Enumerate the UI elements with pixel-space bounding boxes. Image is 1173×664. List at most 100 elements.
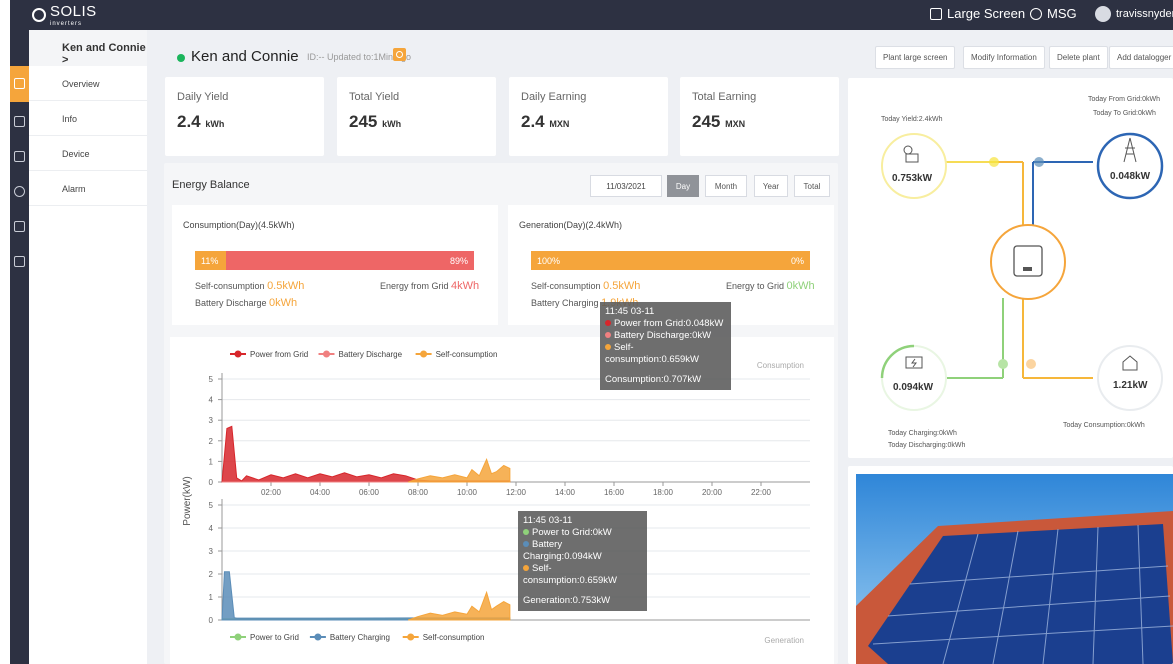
delete-plant-button[interactable]: Delete plant xyxy=(1049,46,1108,69)
legend-label: Power to Grid xyxy=(250,633,299,642)
range-year-button[interactable]: Year xyxy=(754,175,788,197)
pv-node xyxy=(881,133,947,199)
plant-large-screen-button[interactable]: Plant large screen xyxy=(875,46,956,69)
x-tick-label: 10:00 xyxy=(457,488,478,497)
msg-link[interactable]: MSG xyxy=(1030,6,1077,21)
apps-rail-icon[interactable] xyxy=(14,221,25,232)
x-tick-label: 04:00 xyxy=(310,488,331,497)
consumption-self-pct: 11% xyxy=(195,251,226,270)
plant-menu: Ken and Connie > Overview Info Device Al… xyxy=(29,30,147,664)
solar-roof-image xyxy=(856,474,1173,664)
generation-tooltip: 11:45 03-11 Power to Grid:0kW Battery Ch… xyxy=(518,511,647,611)
stat-value: 2.4 MXN xyxy=(521,112,570,131)
page-header: Ken and Connie ID:-- Updated to:1Min Ago… xyxy=(147,30,1173,75)
tooltip-time: 11:45 03-11 xyxy=(605,306,655,317)
modify-information-button[interactable]: Modify Information xyxy=(963,46,1045,69)
y-tick-label: 2 xyxy=(209,437,214,446)
x-tick-label: 20:00 xyxy=(702,488,723,497)
today-discharging-label: Today Discharging:0kWh xyxy=(888,442,966,449)
stat-value: 245 MXN xyxy=(692,112,746,131)
alarm-rail-icon[interactable] xyxy=(14,186,25,197)
y-tick-label: 2 xyxy=(209,570,214,579)
stat-label: Total Yield xyxy=(349,91,400,103)
y-tick-label: 1 xyxy=(209,593,214,602)
series-area xyxy=(408,457,511,483)
consumption-battery-line: Battery Discharge 0kWh xyxy=(195,297,298,309)
legend-label: Self-consumption xyxy=(436,350,498,359)
tooltip-line: Self-consumption:0.659kW xyxy=(605,342,699,365)
total-yield-card: Total Yield 245 kWh xyxy=(337,77,496,156)
generation-grid-pct: 0% xyxy=(790,256,804,266)
plant-selector[interactable]: Ken and Connie > xyxy=(29,30,147,66)
chat-icon xyxy=(1030,7,1042,20)
user-menu[interactable]: travissnyder xyxy=(1095,6,1173,22)
stat-label: Daily Yield xyxy=(177,91,229,103)
battery-flow-dot xyxy=(998,359,1008,369)
overview-rail-icon[interactable] xyxy=(14,78,25,89)
range-day-button[interactable]: Day xyxy=(667,175,699,197)
add-datalogger-button[interactable]: Add datalogger xyxy=(1109,46,1173,69)
legend-marker xyxy=(234,350,242,358)
y-axis-label: Power(kW) xyxy=(182,476,193,525)
grid-node xyxy=(1096,132,1164,200)
tooltip-total: Consumption:0.707kW xyxy=(605,374,702,385)
x-tick-label: 12:00 xyxy=(506,488,527,497)
today-yield-label: Today Yield:2.4kWh xyxy=(881,116,943,123)
range-total-button[interactable]: Total xyxy=(794,175,830,197)
y-tick-label: 5 xyxy=(209,375,214,384)
today-consumption-label: Today Consumption:0kWh xyxy=(1063,422,1145,429)
range-month-button[interactable]: Month xyxy=(705,175,747,197)
power-charts[interactable]: 0 1 2 3 4 5 02:00 04:00 06:00 08:00 10:00 12:00 14:0… xyxy=(170,337,834,664)
y-tick-label: 5 xyxy=(209,501,214,510)
chart-title: Generation xyxy=(764,636,804,645)
y-tick-label: 3 xyxy=(209,547,214,556)
monitor-icon xyxy=(930,7,942,20)
date-picker[interactable]: 11/03/2021 xyxy=(590,175,662,197)
legend-marker xyxy=(323,350,330,358)
refresh-icon[interactable] xyxy=(393,48,406,61)
consumption-self-line: Self-consumption 0.5kWh xyxy=(195,280,305,292)
consumption-tooltip: 11:45 03-11 Power from Grid:0.048kW Batt… xyxy=(600,302,731,390)
series-area xyxy=(221,571,511,621)
stat-label: Daily Earning xyxy=(521,91,587,103)
large-screen-label: Large Screen xyxy=(947,6,1026,21)
pv-flow-dot xyxy=(989,157,999,167)
large-screen-link[interactable]: Large Screen xyxy=(930,6,1025,21)
today-from-grid-label: Today From Grid:0kWh xyxy=(1088,96,1160,103)
power-chart-svg[interactable]: 0 1 2 3 4 5 02:00 04:00 06:00 08:00 10:00 12:00 14:0… xyxy=(170,337,834,664)
x-tick-label: 14:00 xyxy=(555,488,576,497)
generation-bar: 100% 0% xyxy=(531,251,810,270)
x-tick-label: 02:00 xyxy=(261,488,282,497)
legend-marker xyxy=(420,350,428,358)
menu-item-device[interactable]: Device xyxy=(29,136,147,171)
consumption-grid-line: Energy from Grid 4kWh xyxy=(380,280,480,292)
generation-grid-line: Energy to Grid 0kWh xyxy=(726,280,815,292)
page-title: Ken and Connie xyxy=(191,48,299,65)
sun-logo-icon xyxy=(32,8,46,22)
chart-rail-icon[interactable] xyxy=(14,256,25,267)
energy-balance-title: Energy Balance xyxy=(172,179,250,191)
load-power-value: 1.21kW xyxy=(1113,380,1148,391)
today-to-grid-label: Today To Grid:0kWh xyxy=(1093,110,1156,117)
device-rail-icon[interactable] xyxy=(14,151,25,162)
menu-item-info[interactable]: Info xyxy=(29,101,147,136)
tooltip-line: Battery Discharge:0kW xyxy=(605,330,726,342)
solis-logo[interactable]: SOLIS inverters xyxy=(32,3,97,27)
tooltip-total: Generation:0.753kW xyxy=(523,595,611,606)
stat-value: 2.4 kWh xyxy=(177,112,225,131)
generation-self-line: Self-consumption 0.5kWh xyxy=(531,280,641,292)
today-charging-label: Today Charging:0kWh xyxy=(888,430,957,437)
menu-item-overview[interactable]: Overview xyxy=(29,66,147,101)
avatar xyxy=(1095,6,1111,22)
generation-self-bar: 100% 0% xyxy=(531,251,810,270)
menu-item-alarm[interactable]: Alarm xyxy=(29,171,147,206)
grid-power-value: 0.048kW xyxy=(1110,171,1151,182)
x-tick-label: 16:00 xyxy=(604,488,625,497)
series-area xyxy=(221,425,511,483)
power-flow-panel: Today Yield:2.4kWh Today From Grid:0kWh … xyxy=(848,78,1173,458)
generation-title: Generation(Day)(2.4kWh) xyxy=(519,220,623,230)
total-earning-card: Total Earning 245 MXN xyxy=(680,77,839,156)
consumption-title: Consumption(Day)(4.5kWh) xyxy=(183,220,295,230)
consumption-summary: Consumption(Day)(4.5kWh) 11% 89% Self-co… xyxy=(172,205,498,325)
info-rail-icon[interactable] xyxy=(14,116,25,127)
